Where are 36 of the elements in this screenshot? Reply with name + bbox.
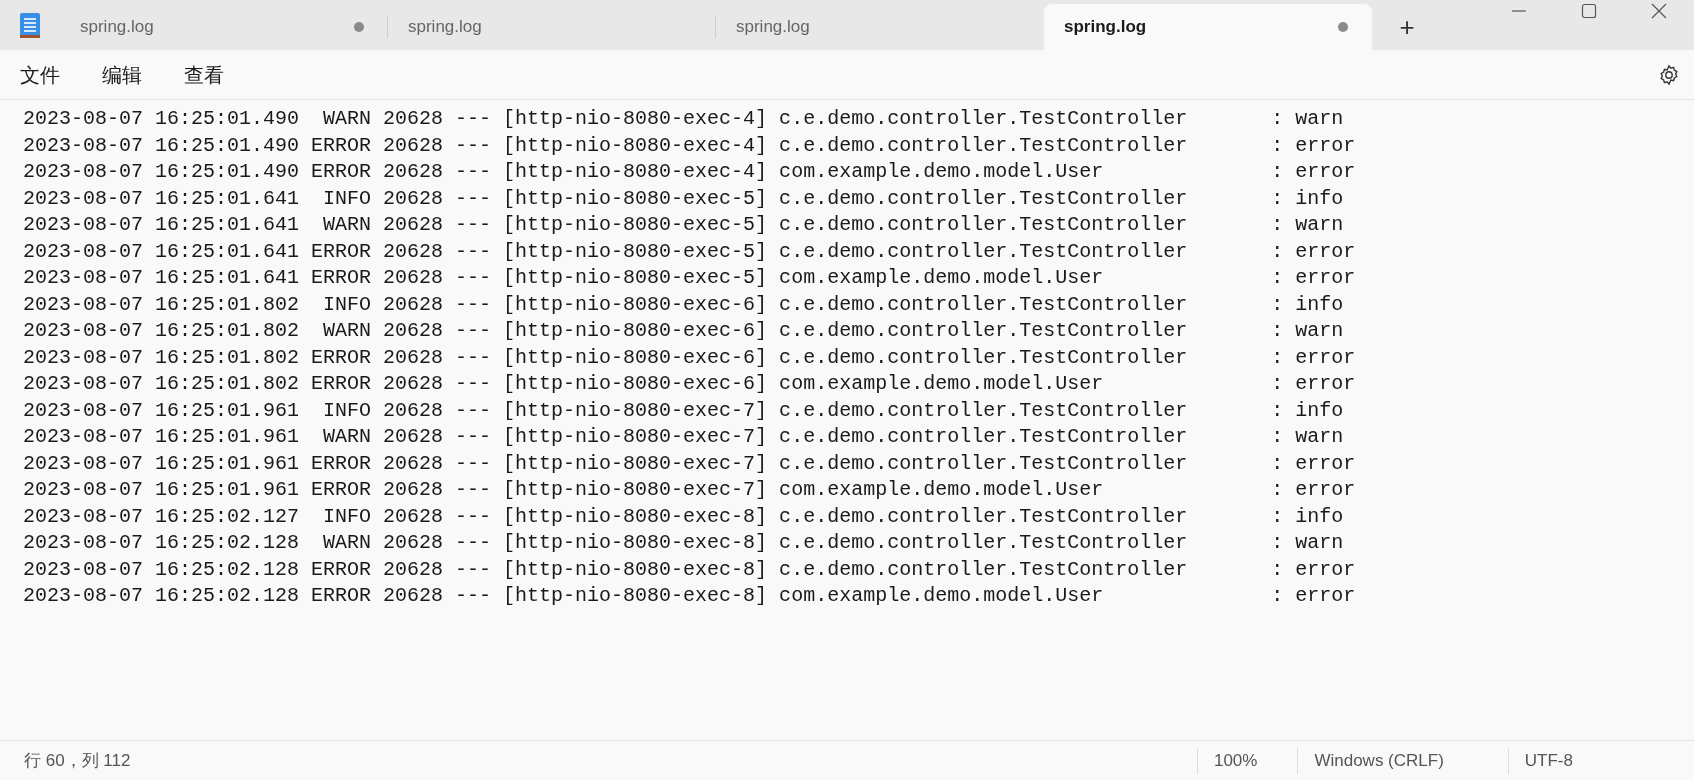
zoom-level: 100%	[1212, 749, 1259, 772]
notepad-icon	[19, 11, 41, 39]
log-line: 2023-08-07 16:25:01.490 WARN 20628 --- [http-nio-8080-exec-4] c.e.demo.controller.TestController : warn	[23, 106, 1344, 132]
log-line: 2023-08-07 16:25:01.961 INFO 20628 --- [http-nio-8080-exec-7] c.e.demo.controller.TestController : info	[23, 397, 1344, 424]
new-tab-button[interactable]: +	[1372, 4, 1442, 50]
log-line: 2023-08-07 16:25:01.802 WARN 20628 --- [http-nio-8080-exec-6] c.e.demo.controller.TestController : warn	[23, 318, 1344, 344]
minimize-icon	[1511, 10, 1527, 12]
log-line: 2023-08-07 16:25:01.641 INFO 20628 --- [http-nio-8080-exec-5] c.e.demo.controller.TestController : info	[23, 185, 1344, 212]
menu-item[interactable]: 文件	[10, 55, 70, 94]
log-line: 2023-08-07 16:25:01.490 ERROR 20628 --- [http-nio-8080-exec-4] com.example.demo.model.User : error	[23, 159, 1356, 185]
log-line: 2023-08-07 16:25:01.802 INFO 20628 --- [http-nio-8080-exec-6] c.e.demo.controller.TestController : info	[23, 291, 1344, 318]
log-line: 2023-08-07 16:25:02.128 ERROR 20628 --- [http-nio-8080-exec-8] c.e.demo.controller.TestController : error	[23, 556, 1356, 583]
log-line: 2023-08-07 16:25:02.128 ERROR 20628 --- [http-nio-8080-exec-8] com.example.demo.model.User : error	[23, 583, 1356, 609]
log-line: 2023-08-07 16:25:01.490 ERROR 20628 --- [http-nio-8080-exec-4] c.e.demo.controller.TestController : error	[23, 132, 1356, 159]
log-line: 2023-08-07 16:25:01.641 ERROR 20628 --- [http-nio-8080-exec-5] com.example.demo.model.User : error	[23, 265, 1356, 291]
maximize-icon	[1581, 3, 1597, 19]
log-line: 2023-08-07 16:25:01.802 ERROR 20628 --- [http-nio-8080-exec-6] com.example.demo.model.User : error	[23, 371, 1356, 397]
encoding: UTF-8	[1523, 749, 1574, 772]
log-line: 2023-08-07 16:25:01.641 WARN 20628 --- [http-nio-8080-exec-5] c.e.demo.controller.TestController : warn	[23, 212, 1344, 238]
menu-item[interactable]: 编辑	[92, 55, 152, 94]
close-icon	[1651, 3, 1667, 19]
line-ending: Windows (CRLF)	[1313, 749, 1445, 772]
tab[interactable]: spring.log	[716, 4, 1044, 50]
tab[interactable]: spring.log	[388, 4, 716, 50]
tab[interactable]: spring.log	[60, 4, 388, 50]
settings-icon	[1658, 64, 1680, 87]
log-line: 2023-08-07 16:25:01.641 ERROR 20628 --- [http-nio-8080-exec-5] c.e.demo.controller.TestController : error	[23, 238, 1356, 265]
menu-item[interactable]: 查看	[174, 55, 234, 94]
log-line: 2023-08-07 16:25:01.961 WARN 20628 --- [http-nio-8080-exec-7] c.e.demo.controller.TestController : warn	[23, 424, 1344, 450]
log-line: 2023-08-07 16:25:01.961 ERROR 20628 --- [http-nio-8080-exec-7] c.e.demo.controller.TestController : error	[23, 450, 1356, 477]
tab[interactable]: spring.log	[1044, 4, 1372, 50]
cursor-position: 行 60，列 112	[23, 749, 132, 772]
log-line: 2023-08-07 16:25:02.127 INFO 20628 --- [http-nio-8080-exec-8] c.e.demo.controller.TestController : info	[23, 503, 1344, 530]
log-line: 2023-08-07 16:25:02.128 WARN 20628 --- [http-nio-8080-exec-8] c.e.demo.controller.TestController : warn	[23, 530, 1344, 556]
log-line: 2023-08-07 16:25:01.802 ERROR 20628 --- [http-nio-8080-exec-6] c.e.demo.controller.TestController : error	[23, 344, 1356, 371]
log-line: 2023-08-07 16:25:01.961 ERROR 20628 --- [http-nio-8080-exec-7] com.example.demo.model.User : error	[23, 477, 1356, 503]
